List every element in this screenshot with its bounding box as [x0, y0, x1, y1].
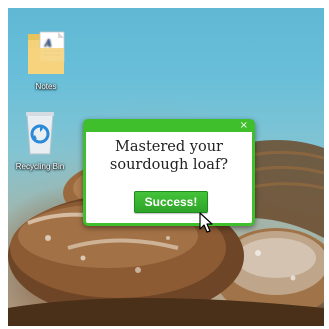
desktop-icon-notes[interactable]: A Notes — [14, 26, 78, 91]
arrow-pointer-icon — [199, 212, 213, 233]
popup-message: Mastered your sourdough loaf? — [86, 138, 252, 174]
desktop-icon-label: Recycling Bin — [15, 162, 65, 171]
desktop-icon-recycling-bin[interactable]: Recycling Bin — [8, 106, 72, 171]
desktop: A Notes Recycling Bin × Mastered your so… — [8, 8, 324, 326]
popup-dialog: × Mastered your sourdough loaf? Success! — [83, 119, 255, 226]
popup-message-line: sourdough loaf? — [109, 157, 229, 173]
desktop-icon-label: Notes — [35, 82, 57, 91]
notes-file-icon: A — [14, 26, 78, 80]
popup-title-bar[interactable]: × — [86, 120, 252, 132]
success-button[interactable]: Success! — [134, 191, 208, 213]
popup-message-line: Mastered your — [115, 139, 223, 155]
close-icon[interactable]: × — [240, 120, 248, 132]
recycling-bin-icon — [8, 106, 72, 160]
svg-text:A: A — [44, 39, 52, 49]
